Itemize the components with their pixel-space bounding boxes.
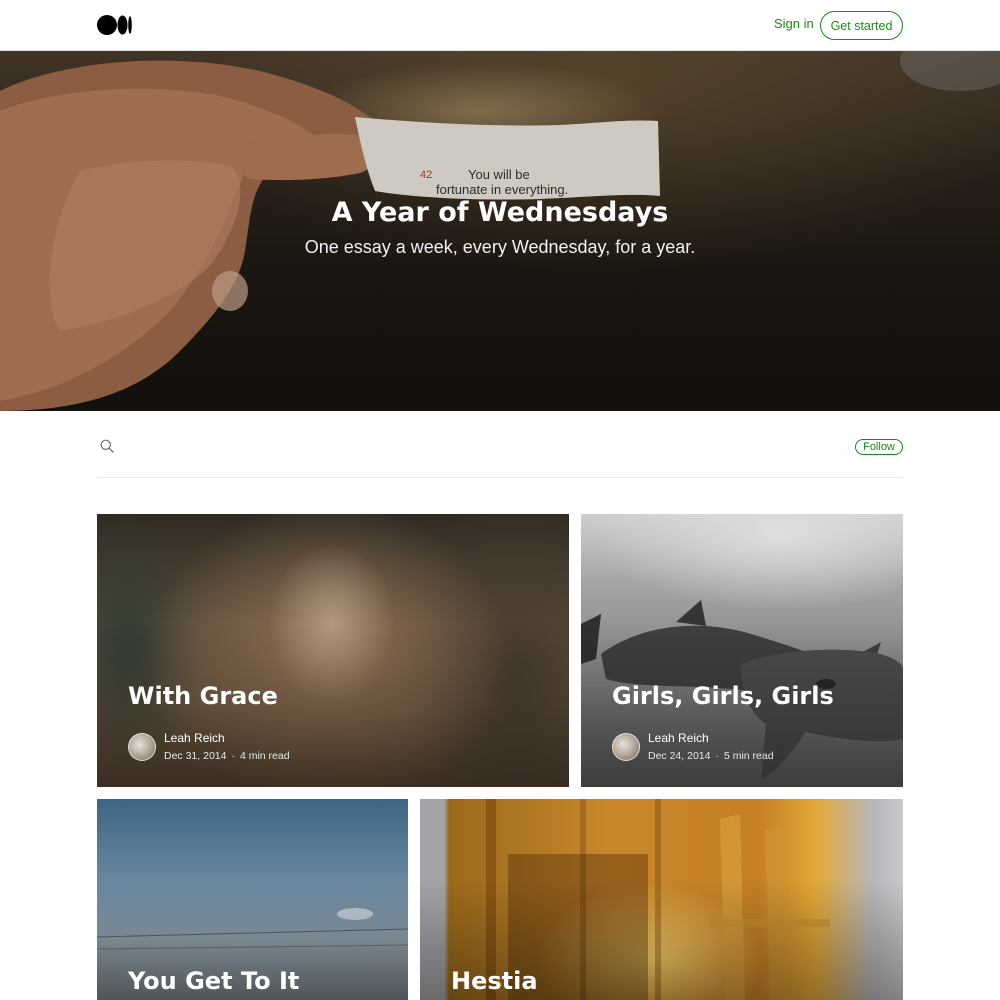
medium-logo-icon[interactable]: [97, 15, 132, 35]
post-title[interactable]: With Grace: [128, 682, 278, 710]
post-card-hestia[interactable]: Hestia: [420, 799, 903, 1000]
get-started-button[interactable]: Get started: [820, 11, 903, 40]
sign-in-link[interactable]: Sign in: [774, 16, 814, 31]
publication-tagline: One essay a week, every Wednesday, for a…: [304, 237, 696, 257]
author-name[interactable]: Leah Reich: [648, 731, 709, 745]
author-avatar[interactable]: [612, 733, 640, 761]
top-navigation-bar: Sign in Get started: [0, 0, 1000, 51]
post-card-with-grace[interactable]: With Grace Leah Reich Dec 31, 2014 · 4 min…: [97, 514, 569, 787]
author-avatar[interactable]: [128, 733, 156, 761]
publication-toolbar: Follow: [97, 430, 903, 478]
author-name[interactable]: Leah Reich: [164, 731, 225, 745]
post-date-and-read-time: Dec 31, 2014 · 4 min read: [164, 750, 290, 762]
read-time: 5 min read: [723, 750, 774, 762]
post-title[interactable]: You Get To It: [128, 967, 299, 995]
post-date: Dec 31, 2014: [164, 750, 227, 762]
post-card-girls-girls-girls[interactable]: Girls, Girls, Girls Leah Reich Dec 24, 2…: [581, 514, 903, 787]
post-title[interactable]: Girls, Girls, Girls: [612, 682, 834, 710]
publication-hero: 42 You will be fortunate in everything. …: [0, 51, 1000, 411]
post-date: Dec 24, 2014: [648, 750, 711, 762]
publication-title: A Year of Wednesdays: [331, 197, 669, 228]
follow-button[interactable]: Follow: [855, 439, 903, 455]
post-title[interactable]: Hestia: [451, 967, 538, 995]
meta-separator: ·: [231, 750, 235, 762]
read-time: 4 min read: [239, 750, 290, 762]
meta-separator: ·: [715, 750, 719, 762]
post-date-and-read-time: Dec 24, 2014 · 5 min read: [648, 750, 774, 762]
search-icon[interactable]: [100, 439, 114, 453]
hero-background-image: 42 You will be fortunate in everything.: [0, 51, 1000, 411]
post-card-you-get-to-it[interactable]: You Get To It: [97, 799, 408, 1000]
